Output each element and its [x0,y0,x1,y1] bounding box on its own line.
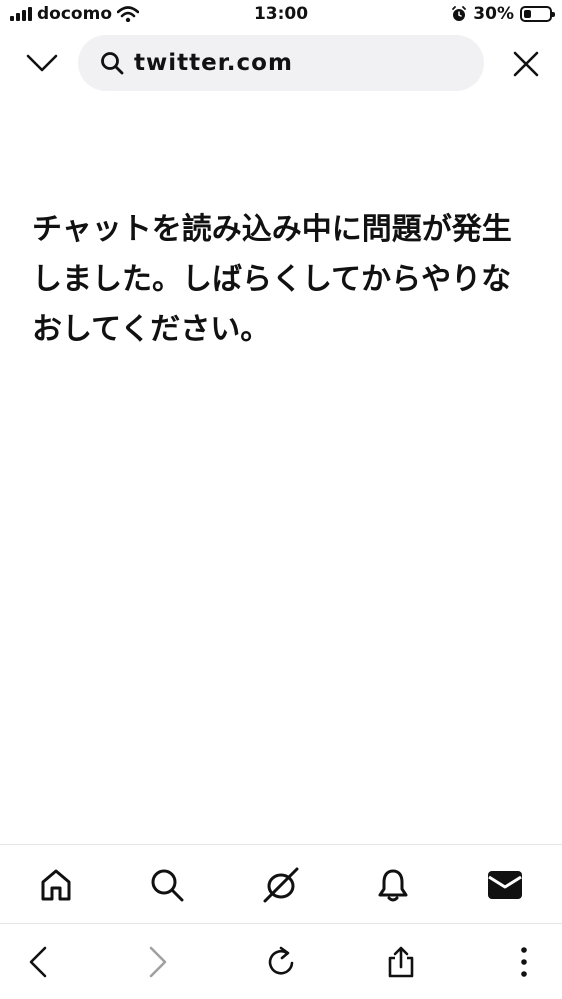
more-button[interactable] [502,940,546,984]
forward-button[interactable] [136,940,180,984]
back-icon [29,946,47,978]
share-button[interactable] [379,940,423,984]
tab-messages[interactable] [483,863,527,907]
collapse-button[interactable] [22,46,62,80]
close-icon [513,51,539,77]
status-bar: docomo 13:00 30% [0,0,562,32]
status-right: 30% [451,4,555,24]
back-button[interactable] [16,940,60,984]
chevron-down-icon [26,54,58,72]
tab-bar [0,844,562,924]
more-icon [521,947,527,977]
tab-spaces[interactable] [259,863,303,907]
browser-toolbar [0,924,562,999]
tab-home[interactable] [34,863,78,907]
home-icon [41,869,71,901]
close-button[interactable] [508,46,544,82]
tab-notifications[interactable] [371,863,415,907]
alarm-icon [452,6,467,21]
url-text: twitter.com [134,50,293,76]
battery-level [524,10,531,18]
bell-icon [378,869,408,902]
share-icon [388,946,414,978]
url-bar: twitter.com [0,32,562,94]
tab-search[interactable] [145,863,189,907]
reload-icon [268,946,294,975]
battery-percent: 30% [473,4,514,24]
search-icon [98,49,126,77]
search-icon [151,869,184,902]
reload-button[interactable] [259,940,303,984]
battery-icon [520,6,555,22]
error-message: チャットを読み込み中に問題が発生しました。しばらくしてからやりなおしてください。 [32,212,512,347]
mail-icon [488,871,522,899]
url-field[interactable]: twitter.com [78,35,484,91]
forward-icon [149,946,167,978]
spaces-icon [263,867,299,903]
